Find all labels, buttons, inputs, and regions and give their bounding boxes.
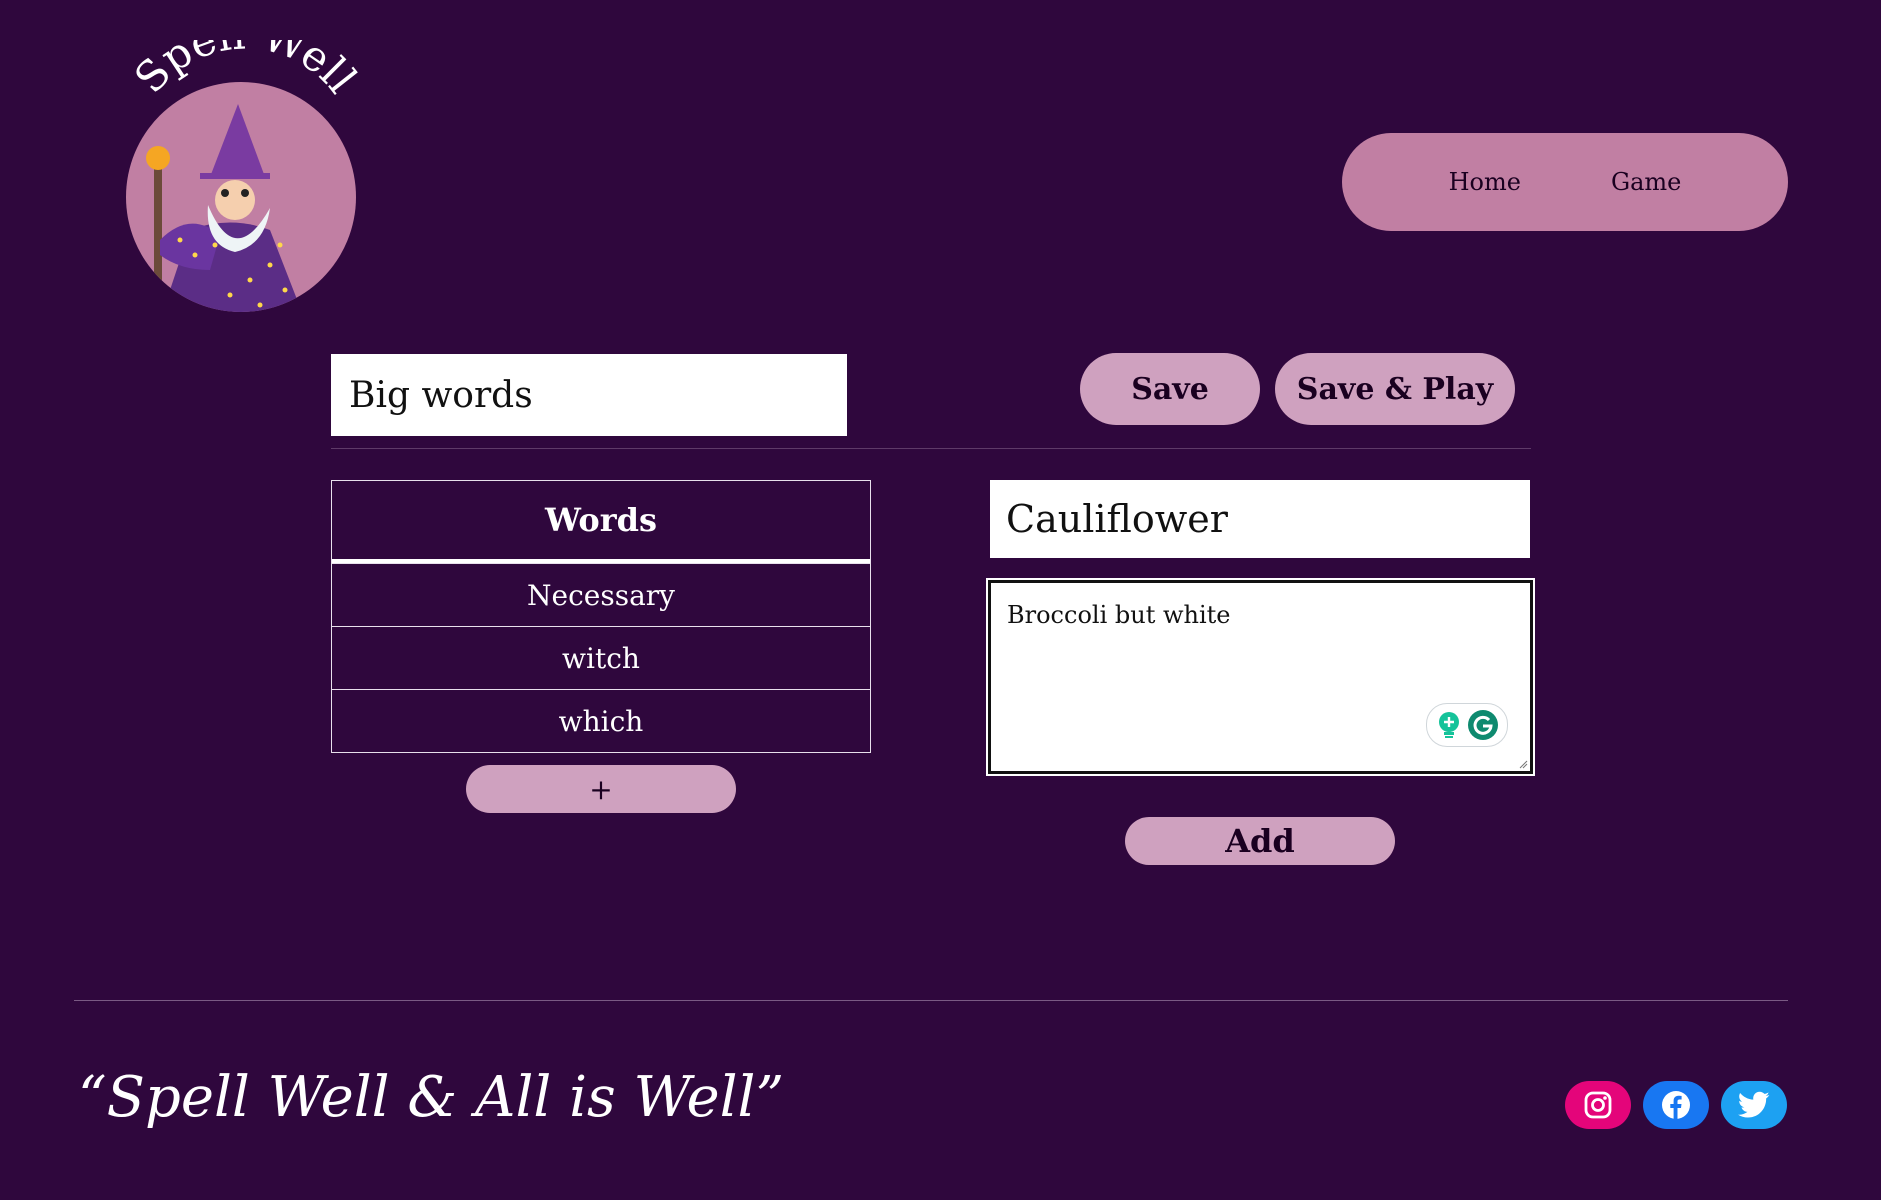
table-row[interactable]: witch	[332, 626, 870, 689]
save-and-play-button[interactable]: Save & Play	[1275, 353, 1515, 425]
twitter-icon	[1738, 1091, 1770, 1118]
add-word-button[interactable]: Add	[1125, 817, 1395, 865]
table-row[interactable]: which	[332, 689, 870, 752]
add-row-button[interactable]: +	[466, 765, 736, 813]
words-table: Words Necessary witch which	[331, 480, 871, 753]
grammarly-widget[interactable]	[1426, 703, 1508, 747]
main-nav: Home Game	[1342, 133, 1788, 231]
nav-item-home[interactable]: Home	[1449, 168, 1521, 196]
wizard-logo-image: Spell Well	[125, 40, 366, 312]
word-input[interactable]	[990, 480, 1530, 558]
footer-divider	[74, 1000, 1788, 1001]
divider	[331, 448, 1531, 449]
footer-tagline: “Spell Well & All is Well”	[78, 1065, 785, 1130]
definition-textarea[interactable]: Broccoli but white	[988, 580, 1533, 774]
save-button[interactable]: Save	[1080, 353, 1260, 425]
lightbulb-icon	[1439, 712, 1459, 738]
instagram-button[interactable]	[1565, 1081, 1631, 1129]
table-row[interactable]: Necessary	[332, 563, 870, 626]
instagram-icon	[1584, 1091, 1612, 1119]
definition-text: Broccoli but white	[1007, 601, 1231, 629]
logo[interactable]: Spell Well	[120, 40, 370, 320]
grammarly-g-icon	[1468, 710, 1498, 740]
facebook-button[interactable]	[1643, 1081, 1709, 1129]
list-title-input[interactable]	[331, 354, 847, 436]
nav-item-game[interactable]: Game	[1611, 168, 1681, 196]
facebook-icon	[1662, 1091, 1690, 1119]
twitter-button[interactable]	[1721, 1081, 1787, 1129]
resize-handle-icon[interactable]	[1518, 759, 1528, 769]
words-table-header: Words	[332, 481, 870, 563]
